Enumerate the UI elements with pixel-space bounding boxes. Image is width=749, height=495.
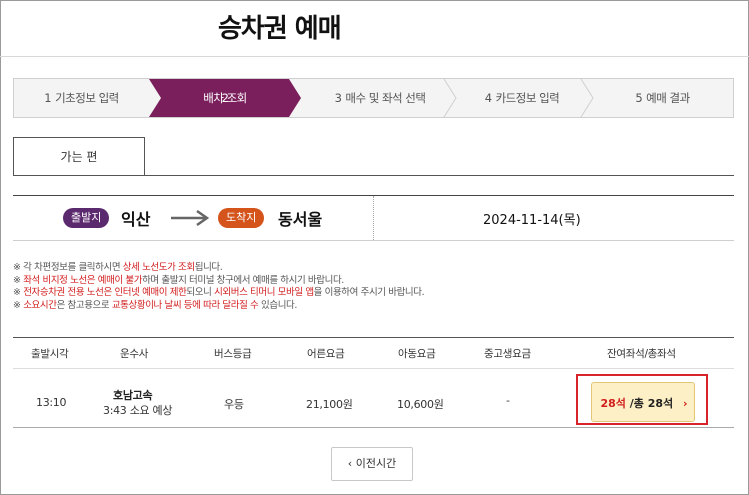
arrival-badge: 도착지	[218, 208, 265, 228]
step-3: 3 매수 및 좌석 선택	[301, 79, 459, 117]
table-header-border	[13, 368, 734, 369]
step-separator-icon	[443, 79, 457, 117]
step-label: 매수 및 좌석 선택	[345, 91, 426, 105]
step-1: 1 기초정보 입력	[14, 79, 149, 117]
route-summary: 출발지 익산 도착지 동서울 2024-11-14(목)	[13, 195, 734, 241]
previous-time-button[interactable]: ‹ 이전시간	[331, 447, 413, 481]
step-label: 기초정보 입력	[55, 91, 119, 105]
departure-badge: 출발지	[63, 208, 110, 228]
header-student-fare: 중고생요금	[484, 348, 531, 360]
page-title: 승차권 예매	[218, 14, 342, 44]
arrow-right-icon	[171, 209, 210, 227]
tab-outbound[interactable]: 가는 편	[13, 137, 145, 175]
seats-left: 28석	[600, 397, 626, 410]
header-adult-fare: 어른요금	[307, 348, 345, 360]
step-separator-icon	[580, 79, 594, 117]
header-seats: 잔여좌석/총좌석	[607, 348, 676, 360]
notice-item: ※ 전자승차권 전용 노선은 인터넷 예매이 제한되오니 시외버스 티머니 모바…	[13, 287, 425, 298]
header-bus-grade: 버스등급	[214, 348, 252, 360]
notice-list: ※ 각 차편정보를 클릭하시면 상세 노선도가 조회됩니다. ※ 좌석 비지정 …	[13, 262, 425, 312]
row-company: 호남고속	[113, 389, 153, 402]
step-indicator: 1 기초정보 입력 2 배차 조회 3 매수 및 좌석 선택 4 카드정보 입력 5예…	[13, 78, 734, 118]
row-child-fare: 10,600원	[397, 398, 444, 411]
table-top-border	[13, 337, 734, 338]
row-bus-grade: 우등	[224, 398, 244, 411]
tab-underline	[13, 175, 734, 176]
previous-time-label: 이전시간	[355, 457, 397, 470]
step-label: 카드정보 입력	[495, 91, 560, 105]
step-label: 예매 결과	[646, 91, 690, 105]
seat-select-button[interactable]: 28석 /총 28석 ›	[591, 382, 695, 422]
notice-item: ※ 각 차편정보를 클릭하시면 상세 노선도가 조회됩니다.	[13, 262, 223, 273]
chevron-right-icon: ›	[682, 397, 688, 410]
chevron-left-icon: ‹	[347, 457, 353, 470]
route-divider	[373, 196, 374, 240]
arrival-city: 동서울	[278, 210, 323, 229]
step-number: 4	[484, 91, 492, 105]
step-5: 5 예매 결과	[590, 79, 733, 117]
notice-item: ※ 소요시간은 참고용으로 교통상황이나 날씨 등에 따라 달라질 수 있습니다…	[13, 299, 297, 311]
row-duration: 3:43 소요 예상	[103, 404, 173, 417]
departure-city: 익산	[121, 210, 151, 229]
title-divider	[0, 56, 749, 57]
seats-total: /총 28석	[625, 397, 674, 410]
notice-item: ※ 좌석 비지정 노선은 예매이 불가하며 출발지 터미널 창구에서 예매를 하…	[13, 274, 344, 286]
step-4: 4 카드정보 입력	[454, 79, 590, 117]
step-2-active: 2 배차 조회	[149, 79, 301, 117]
step-label: 배차 조회	[203, 91, 247, 105]
row-departure-time: 13:10	[36, 396, 67, 409]
header-company: 운수사	[120, 348, 149, 360]
header-child-fare: 아동요금	[398, 348, 436, 360]
table-bottom-border	[13, 427, 734, 428]
step-number: 5	[635, 91, 643, 105]
row-student-fare: -	[506, 394, 510, 407]
departure-date: 2024-11-14(목)	[483, 213, 581, 228]
row-adult-fare: 21,100원	[306, 398, 353, 411]
header-departure-time: 출발시각	[31, 348, 69, 360]
step-number: 1	[44, 91, 52, 105]
step-number: 3	[334, 91, 342, 105]
